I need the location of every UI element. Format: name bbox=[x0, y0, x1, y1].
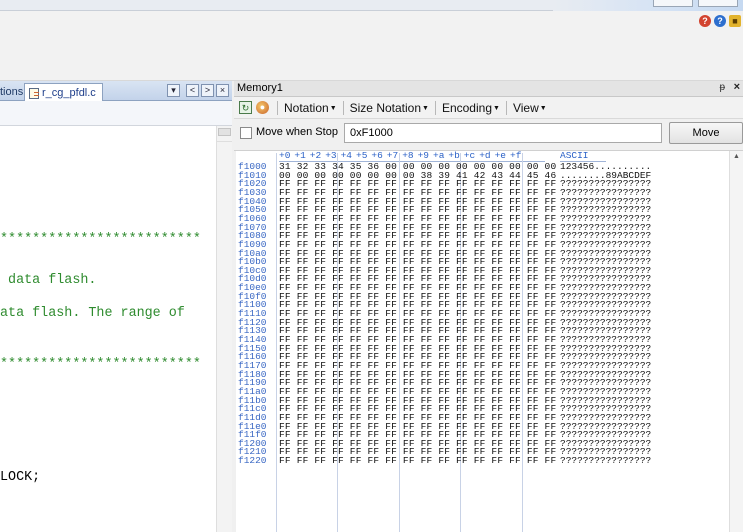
move-when-stop-checkbox[interactable] bbox=[240, 127, 252, 139]
memory-title: Memory1 bbox=[237, 82, 283, 94]
scroll-right-icon[interactable]: > bbox=[201, 84, 214, 97]
toolbar-separator bbox=[342, 100, 344, 115]
tab-previous[interactable]: tions bbox=[0, 84, 25, 101]
code-line: ************************* bbox=[0, 357, 201, 372]
column-header: +0 bbox=[279, 151, 291, 161]
dropdown-arrow-icon: ▼ bbox=[329, 104, 337, 112]
close-tab-icon[interactable]: × bbox=[216, 84, 229, 97]
editor-subheader bbox=[0, 101, 232, 126]
tab-r-cg-pfdl-c[interactable]: r_cg_pfdl.c bbox=[24, 83, 103, 101]
toolbar-separator bbox=[505, 100, 507, 115]
column-header: +3 bbox=[325, 151, 337, 161]
editor-pane: tions r_cg_pfdl.c ▾ < > × **************… bbox=[0, 81, 232, 532]
settings-icon[interactable]: ● bbox=[256, 101, 269, 114]
tab-label: r_cg_pfdl.c bbox=[42, 87, 96, 99]
pin-icon[interactable]: ᵽ bbox=[719, 82, 725, 93]
memory-pane: Memory1 ᵽ × ↻ ● Notation▼ Size Notation▼ E… bbox=[234, 81, 743, 532]
help-balloon-icon[interactable]: ? bbox=[699, 15, 711, 27]
memory-options-bar: Move when Stop Move bbox=[234, 119, 743, 151]
column-header: +5 bbox=[356, 151, 368, 161]
row-hex-bytes[interactable]: FF FF FF FF FF FF FF FF FF FF FF FF FF F… bbox=[279, 456, 556, 466]
column-header: +c bbox=[463, 151, 476, 161]
column-header: +9 bbox=[417, 151, 429, 161]
scroll-left-icon[interactable]: < bbox=[186, 84, 199, 97]
address-input[interactable] bbox=[344, 123, 662, 143]
refresh-icon[interactable]: ↻ bbox=[239, 101, 252, 114]
column-header: +2 bbox=[309, 151, 322, 161]
code-line: ata flash. The range of bbox=[0, 306, 185, 321]
code-line: ************************* bbox=[0, 232, 201, 247]
code-editor[interactable]: ************************* data flash. ata… bbox=[0, 126, 216, 532]
split-handle[interactable] bbox=[217, 126, 232, 142]
column-header: +d bbox=[479, 151, 491, 161]
tab-list-dropdown-icon[interactable]: ▾ bbox=[167, 84, 180, 97]
move-when-stop-label: Move when Stop bbox=[256, 126, 338, 138]
editor-vertical-scrollbar[interactable] bbox=[216, 126, 232, 532]
c-file-icon bbox=[29, 87, 39, 99]
main-toolbar-area: ?? ■ bbox=[0, 11, 743, 81]
lock-icon[interactable]: ■ bbox=[729, 15, 741, 27]
code-line: data flash. bbox=[0, 273, 97, 288]
column-header: +e bbox=[494, 151, 506, 161]
menu-label: Size Notation bbox=[349, 100, 422, 115]
move-button[interactable]: Move bbox=[669, 122, 743, 144]
column-header: +7 bbox=[386, 151, 399, 161]
toolbar-separator bbox=[277, 100, 278, 115]
column-separator bbox=[276, 153, 277, 532]
top-right-icons: ?? ■ bbox=[699, 15, 741, 27]
scroll-up-icon[interactable]: ▲ bbox=[730, 151, 743, 163]
column-header: +4 bbox=[340, 151, 352, 161]
menu-encoding[interactable]: Encoding▼ bbox=[440, 101, 502, 115]
tab-controls: ▾ < > × bbox=[167, 84, 229, 97]
window-control-strip[interactable] bbox=[653, 0, 693, 7]
column-header: +1 bbox=[294, 151, 306, 161]
window-top-strip bbox=[0, 0, 743, 11]
menu-label: Encoding bbox=[441, 100, 492, 115]
memory-toolbar: ↻ ● Notation▼ Size Notation▼ Encoding▼ View… bbox=[234, 97, 743, 119]
column-header: +f bbox=[510, 151, 522, 161]
menu-view[interactable]: View▼ bbox=[511, 101, 549, 115]
menu-notation[interactable]: Notation▼ bbox=[282, 101, 339, 115]
toolbar-separator bbox=[434, 100, 436, 115]
memory-grid[interactable]: +0 +1 +2 +3 +4 +5 +6 +7 +8 +9 +a +b +c +d +e +f ASCII f10… bbox=[236, 151, 729, 532]
dropdown-arrow-icon: ▼ bbox=[422, 104, 429, 112]
editor-tab-bar: tions r_cg_pfdl.c ▾ < > × bbox=[0, 81, 232, 101]
column-header: +b bbox=[448, 151, 460, 161]
menu-size-notation[interactable]: Size Notation▼ bbox=[348, 101, 431, 115]
ascii-header: ASCII bbox=[560, 151, 589, 161]
dropdown-arrow-icon: ▼ bbox=[539, 104, 547, 112]
column-header: +a bbox=[433, 151, 445, 161]
dropdown-arrow-icon: ▼ bbox=[493, 104, 500, 112]
code-line: LOCK; bbox=[0, 470, 41, 485]
memory-vertical-scrollbar[interactable]: ▲ bbox=[729, 151, 743, 532]
memory-title-bar: Memory1 ᵽ × bbox=[234, 81, 743, 97]
menu-label: View bbox=[512, 100, 539, 115]
row-address: f1220 bbox=[238, 455, 267, 467]
close-icon[interactable]: × bbox=[734, 81, 740, 93]
menu-label: Notation bbox=[284, 100, 329, 115]
info-icon[interactable]: ? bbox=[714, 15, 726, 27]
row-ascii[interactable]: ???????????????? bbox=[560, 456, 651, 466]
column-header: +8 bbox=[402, 151, 414, 161]
window-control-strip[interactable] bbox=[698, 0, 738, 7]
column-header: +6 bbox=[371, 151, 383, 161]
